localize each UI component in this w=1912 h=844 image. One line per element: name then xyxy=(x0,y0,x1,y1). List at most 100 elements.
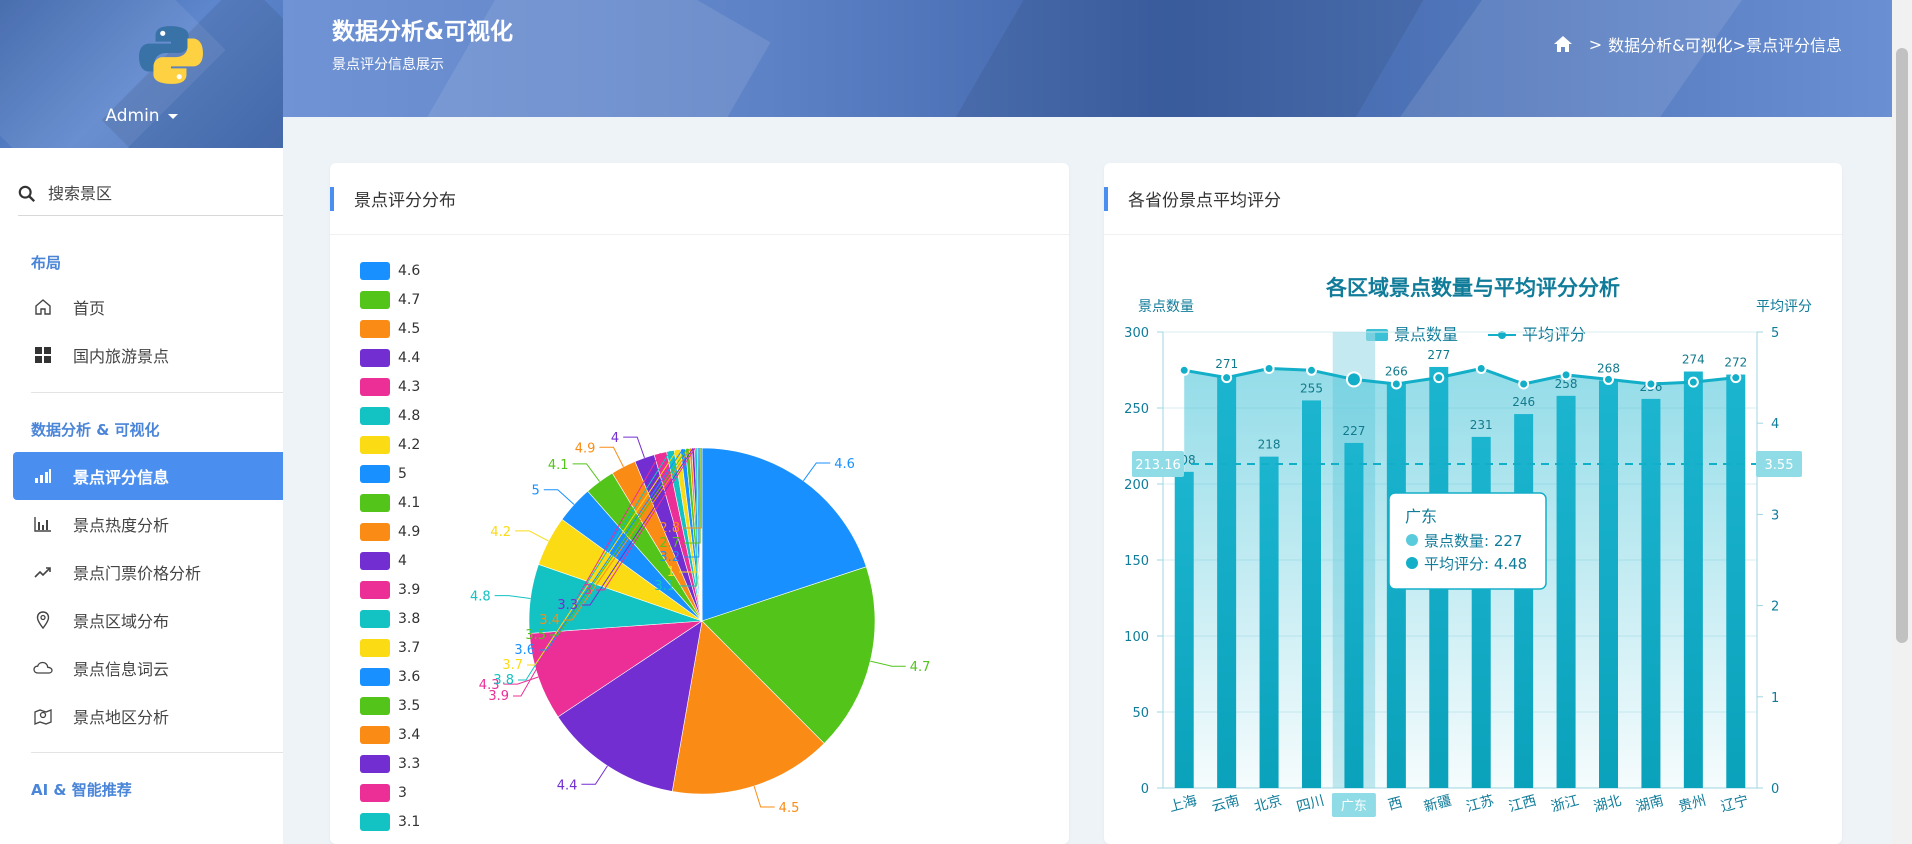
nav-area-analysis[interactable]: 景点地区分析 xyxy=(13,692,283,740)
bar[interactable] xyxy=(1471,436,1491,788)
y-tick-left: 100 xyxy=(1124,630,1149,645)
search-input[interactable] xyxy=(48,184,248,203)
y-tick-right: 2 xyxy=(1771,600,1779,615)
section-ai: AI & 智能推荐 xyxy=(31,781,132,799)
label-line xyxy=(870,660,906,667)
nav-domestic-spots[interactable]: 国内旅游景点 xyxy=(13,331,283,379)
bar[interactable] xyxy=(1556,395,1576,788)
label-line xyxy=(543,489,575,505)
x-tick-label: 江苏 xyxy=(1465,793,1496,816)
legend-bar-label[interactable]: 景点数量 xyxy=(1394,325,1458,344)
y-tick-left: 50 xyxy=(1132,706,1149,721)
x-tick-label: 新疆 xyxy=(1422,793,1453,816)
x-tick-label: 北京 xyxy=(1252,793,1283,816)
nav-region-distribution-label: 景点区域分布 xyxy=(73,612,170,631)
slice-label: 3.6 xyxy=(514,643,535,658)
tooltip-line-marker xyxy=(1406,557,1418,569)
x-tick-label: 江西 xyxy=(1507,793,1538,816)
slice-label: 3.7 xyxy=(502,658,523,673)
bar[interactable] xyxy=(1726,374,1746,788)
y-tick-left: 150 xyxy=(1124,554,1149,569)
user-menu[interactable]: Admin xyxy=(0,106,283,126)
brand-area: Admin xyxy=(0,0,283,148)
scrollbar[interactable] xyxy=(1892,0,1912,844)
nav-rating-info-label: 景点评分信息 xyxy=(73,468,170,487)
slice-label: 1 xyxy=(667,565,675,580)
nav-ticket-price[interactable]: 景点门票价格分析 xyxy=(13,548,283,596)
y-tick-right: 1 xyxy=(1771,691,1779,706)
slice-label: 4.5 xyxy=(779,801,800,816)
label-line xyxy=(515,530,549,542)
label-line xyxy=(599,446,624,468)
slice-label: 3.3 xyxy=(557,598,578,613)
nav-home-label: 首页 xyxy=(73,299,106,318)
grid-icon xyxy=(33,345,53,365)
page-subtitle: 景点评分信息展示 xyxy=(332,57,444,73)
line-point[interactable] xyxy=(1263,362,1275,374)
line-point[interactable] xyxy=(1518,378,1530,390)
line-point[interactable] xyxy=(1603,373,1614,385)
bar[interactable] xyxy=(1599,380,1618,788)
slice-label: 5 xyxy=(532,484,540,499)
y-tick-left: 200 xyxy=(1124,478,1149,493)
nav-domestic-spots-label: 国内旅游景点 xyxy=(73,347,170,366)
bar-value-label: 274 xyxy=(1682,353,1705,367)
line-point[interactable] xyxy=(1645,378,1657,390)
slice-label: 2.8 xyxy=(659,521,680,536)
average-left-label: 213.16 xyxy=(1135,458,1181,473)
label-line xyxy=(494,595,531,599)
y-tick-left: 300 xyxy=(1124,326,1149,341)
line-point[interactable] xyxy=(1221,372,1233,384)
slice-label: 4.6 xyxy=(834,457,855,472)
nav-home[interactable]: 首页 xyxy=(13,283,283,331)
tooltip-count: 景点数量: 227 xyxy=(1424,532,1522,550)
tooltip: 广东景点数量: 227 平均评分: 4.48 xyxy=(1388,492,1547,590)
bar-value-label: 255 xyxy=(1300,381,1323,395)
slice-label: 4.1 xyxy=(548,458,569,473)
bar[interactable] xyxy=(1514,414,1534,788)
divider xyxy=(31,752,283,753)
bar[interactable] xyxy=(1344,442,1364,788)
scrollbar-thumb[interactable] xyxy=(1896,48,1908,643)
search-box[interactable] xyxy=(18,172,283,216)
column-chart-icon xyxy=(33,514,53,534)
breadcrumb-path[interactable]: 数据分析&可视化>景点评分信息 xyxy=(1608,32,1842,56)
line-point[interactable] xyxy=(1475,362,1487,374)
line-point[interactable] xyxy=(1687,376,1699,388)
home-icon[interactable] xyxy=(1553,35,1573,53)
line-point[interactable] xyxy=(1390,378,1402,390)
slice-label: 4 xyxy=(611,431,619,446)
nav-word-cloud-label: 景点信息词云 xyxy=(73,660,170,679)
line-point[interactable] xyxy=(1178,364,1190,376)
y-tick-right: 3 xyxy=(1771,508,1779,523)
label-line xyxy=(802,462,831,482)
slice-label: 4.8 xyxy=(470,590,491,605)
nav-area-analysis-label: 景点地区分析 xyxy=(73,708,170,727)
bar[interactable] xyxy=(1302,400,1321,788)
bar[interactable] xyxy=(1174,471,1194,788)
line-point[interactable] xyxy=(1306,364,1317,376)
bar[interactable] xyxy=(1217,376,1237,788)
bar-value-label: 266 xyxy=(1385,365,1408,379)
search-icon xyxy=(18,185,36,202)
bar-value-label: 218 xyxy=(1258,438,1281,452)
line-point[interactable] xyxy=(1730,372,1742,384)
bar[interactable] xyxy=(1683,371,1703,788)
slice-label: 3.8 xyxy=(493,673,514,688)
bar[interactable] xyxy=(1641,398,1661,788)
line-point[interactable] xyxy=(1433,372,1445,384)
nav-region-distribution[interactable]: 景点区域分布 xyxy=(13,596,283,644)
nav-word-cloud[interactable]: 景点信息词云 xyxy=(13,644,283,692)
legend-line-label[interactable]: 平均评分 xyxy=(1522,325,1586,344)
y-tick-right: 5 xyxy=(1771,326,1779,341)
line-point[interactable] xyxy=(1345,371,1362,388)
rating-distribution-card: 景点评分分布 4.6 4.7 4.5 4.4 4.3 4.8 4.2 5 4.1 4.9 4 3.9 3… xyxy=(330,163,1069,844)
slice-label: 4.9 xyxy=(575,441,596,456)
slice-label: 3.5 xyxy=(525,628,546,643)
label-line xyxy=(753,785,775,808)
province-rating-card: 各省份景点平均评分 各区域景点数量与平均评分分析 景点数量 平均评分 景点数量 平均评分… xyxy=(1104,163,1842,844)
nav-rating-info[interactable]: 景点评分信息 xyxy=(13,452,283,500)
line-point[interactable] xyxy=(1560,369,1572,381)
nav-heat-analysis[interactable]: 景点热度分析 xyxy=(13,500,283,548)
bar[interactable] xyxy=(1259,456,1279,788)
